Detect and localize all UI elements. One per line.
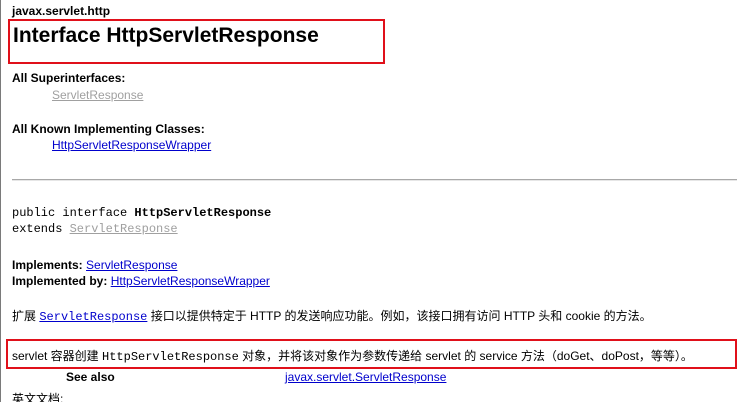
declaration-interface-name: HttpServletResponse <box>134 206 272 220</box>
superinterfaces-label: All Superinterfaces: <box>12 71 126 85</box>
implements-label: Implements: <box>12 258 83 272</box>
see-also-link[interactable]: javax.servlet.ServletResponse <box>285 370 446 384</box>
description-paragraph-1: 扩展 ServletResponse 接口以提供特定于 HTTP 的发送响应功能… <box>12 307 652 324</box>
description-2-prefix: servlet 容器创建 <box>12 349 103 363</box>
description-2-code: HttpServletResponse <box>102 350 239 364</box>
package-name: javax.servlet.http <box>12 4 111 18</box>
implementing-class-link[interactable]: HttpServletResponseWrapper <box>52 138 211 152</box>
left-frame-border <box>0 0 1 402</box>
superinterface-link[interactable]: ServletResponse <box>52 88 143 102</box>
horizontal-divider <box>12 179 737 181</box>
declaration-line: public interface HttpServletResponse <box>12 206 271 220</box>
extends-link[interactable]: ServletResponse <box>70 222 178 236</box>
declaration-prefix: public interface <box>12 206 135 220</box>
implemented-by-label: Implemented by: <box>12 274 108 288</box>
description-2-suffix: 对象，并将该对象作为参数传递给 servlet 的 service 方法（doG… <box>238 349 693 363</box>
see-also-label: See also <box>66 370 115 384</box>
description-paragraph-2: servlet 容器创建 HttpServletResponse 对象，并将该对… <box>12 347 693 364</box>
extends-keyword: extends <box>12 222 70 236</box>
implements-line: Implements: ServletResponse <box>12 258 177 272</box>
implemented-by-line: Implemented by: HttpServletResponseWrapp… <box>12 274 270 288</box>
implemented-by-link[interactable]: HttpServletResponseWrapper <box>111 274 270 288</box>
page-title: Interface HttpServletResponse <box>13 24 319 47</box>
english-doc-label: 英文文档: <box>12 392 64 402</box>
description-1-prefix: 扩展 <box>12 309 40 323</box>
implementing-classes-label: All Known Implementing Classes: <box>12 122 205 136</box>
implements-link[interactable]: ServletResponse <box>86 258 177 272</box>
description-1-suffix: 接口以提供特定于 HTTP 的发送响应功能。例如，该接口拥有访问 HTTP 头和… <box>147 309 652 323</box>
description-1-code-link[interactable]: ServletResponse <box>39 310 147 324</box>
extends-line: extends ServletResponse <box>12 222 178 236</box>
